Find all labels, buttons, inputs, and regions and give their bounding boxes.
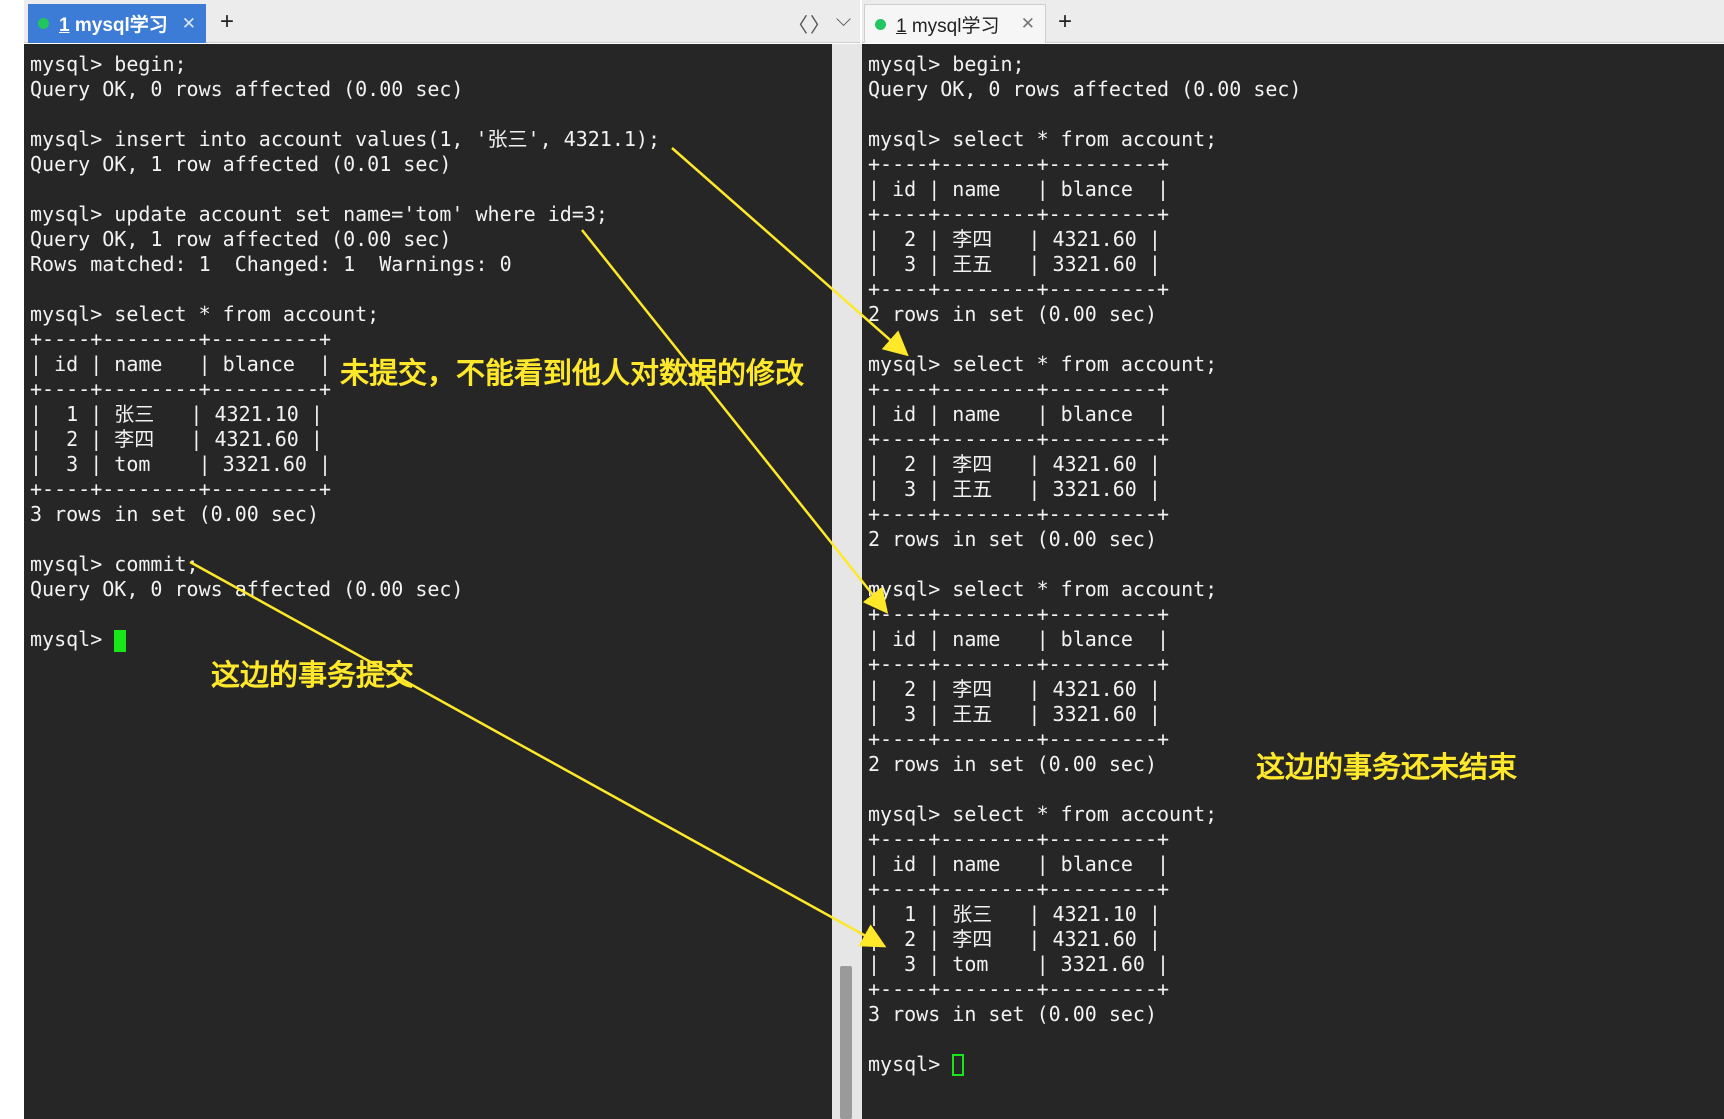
terminal-line: +----+--------+---------+ — [868, 427, 1170, 451]
terminal-line: Query OK, 0 rows affected (0.00 sec) — [30, 77, 464, 101]
right-session-tab[interactable]: 1 mysql学习 ✕ — [864, 4, 1046, 43]
next-tab-icon[interactable]: 〉 — [810, 9, 830, 38]
annotation-uncommitted-invisible: 未提交，不能看到他人对数据的修改 — [340, 356, 805, 390]
previous-tab-icon[interactable]: 〈 — [788, 9, 808, 38]
terminal-line: mysql> begin; — [30, 52, 187, 76]
annotation-left-committed: 这边的事务提交 — [211, 658, 415, 692]
new-tab-button[interactable]: + — [1058, 8, 1072, 36]
left-session-tab[interactable]: 1 mysql学习 ✕ — [28, 4, 206, 43]
terminal-line: +----+--------+---------+ — [868, 502, 1170, 526]
terminal-line: +----+--------+---------+ — [868, 152, 1170, 176]
terminal-line: 2 rows in set (0.00 sec) — [868, 527, 1157, 551]
terminal-line: +----+--------+---------+ — [868, 277, 1170, 301]
terminal-line: Rows matched: 1 Changed: 1 Warnings: 0 — [30, 252, 512, 276]
terminal-line: | id | name | blance | — [868, 852, 1170, 876]
terminal-line: | 1 | 张三 | 4321.10 | — [868, 902, 1161, 926]
terminal-line: 2 rows in set (0.00 sec) — [868, 302, 1157, 326]
right-tab-bar: 1 mysql学习 ✕ + — [862, 0, 1724, 43]
terminal-line: | 1 | 张三 | 4321.10 | — [30, 402, 323, 426]
terminal-line: Query OK, 1 row affected (0.01 sec) — [30, 152, 452, 176]
close-tab-icon[interactable]: ✕ — [182, 14, 196, 34]
connected-status-icon — [38, 18, 49, 29]
terminal-line: +----+--------+---------+ — [868, 977, 1170, 1001]
terminal-line: mysql> select * from account; — [30, 302, 380, 326]
terminal-line: +----+--------+---------+ — [868, 827, 1170, 851]
terminal-line: +----+--------+---------+ — [868, 877, 1170, 901]
terminal-line: +----+--------+---------+ — [868, 377, 1170, 401]
terminal-line: | 2 | 李四 | 4321.60 | — [868, 227, 1161, 251]
terminal-line: +----+--------+---------+ — [868, 727, 1170, 751]
terminal-line: | 3 | 王五 | 3321.60 | — [868, 477, 1161, 501]
terminal-line: | 3 | 王五 | 3321.60 | — [868, 702, 1161, 726]
terminal-line: 3 rows in set (0.00 sec) — [30, 502, 319, 526]
terminal-line: | 3 | tom | 3321.60 | — [30, 452, 332, 476]
connected-status-icon — [875, 18, 886, 30]
terminal-line: | 2 | 李四 | 4321.60 | — [30, 427, 323, 451]
terminal-line: mysql> begin; — [868, 52, 1025, 76]
terminal-line: mysql> select * from account; — [868, 802, 1218, 826]
tab-list-dropdown-icon[interactable]: ⌵ — [836, 9, 851, 32]
terminal-line: +----+--------+---------+ — [868, 652, 1170, 676]
terminal-line: mysql> select * from account; — [868, 577, 1218, 601]
terminal-line: mysql> — [868, 1052, 953, 1076]
terminal-line: 3 rows in set (0.00 sec) — [868, 1002, 1157, 1026]
terminal-line: +----+--------+---------+ — [30, 477, 332, 501]
right-terminal-pane[interactable]: mysql> begin; Query OK, 0 rows affected (… — [862, 44, 1724, 1119]
right-terminal-output: mysql> begin; Query OK, 0 rows affected (… — [868, 52, 1301, 1077]
terminal-line: mysql> select * from account; — [868, 352, 1218, 376]
terminal-line: | 3 | 王五 | 3321.60 | — [868, 252, 1161, 276]
terminal-line: mysql> update account set name='tom' whe… — [30, 202, 608, 226]
terminal-line: 2 rows in set (0.00 sec) — [868, 752, 1157, 776]
terminal-line: | 2 | 李四 | 4321.60 | — [868, 927, 1161, 951]
terminal-line: | id | name | blance | — [868, 627, 1170, 651]
terminal-line: mysql> commit; — [30, 552, 199, 576]
annotation-right-not-finished: 这边的事务还未结束 — [1256, 750, 1518, 784]
left-terminal-pane[interactable]: mysql> begin; Query OK, 0 rows affected (… — [24, 44, 832, 1119]
scrollbar-thumb[interactable] — [840, 966, 852, 1119]
new-tab-button[interactable]: + — [220, 8, 234, 36]
terminal-cursor — [114, 630, 126, 652]
terminal-line: Query OK, 0 rows affected (0.00 sec) — [30, 577, 464, 601]
terminal-line: | id | name | blance | — [868, 402, 1170, 426]
terminal-line: +----+--------+---------+ — [30, 327, 332, 351]
pane-splitter[interactable] — [832, 44, 862, 1119]
terminal-line: | 2 | 李四 | 4321.60 | — [868, 677, 1161, 701]
terminal-line: +----+--------+---------+ — [868, 602, 1170, 626]
left-tab-bar: 1 mysql学习 ✕ + 〈 〉 ⌵ — [24, 0, 860, 43]
terminal-line: mysql> select * from account; — [868, 127, 1218, 151]
right-tab-label: 1 mysql学习 — [896, 15, 1000, 37]
terminal-line: mysql> insert into account values(1, '张三… — [30, 127, 661, 151]
window-left-edge — [0, 0, 24, 1119]
terminal-cursor — [952, 1054, 964, 1076]
close-tab-icon[interactable]: ✕ — [1021, 14, 1035, 34]
terminal-line: Query OK, 1 row affected (0.00 sec) — [30, 227, 452, 251]
terminal-line: | id | name | blance | — [868, 177, 1170, 201]
terminal-line: Query OK, 0 rows affected (0.00 sec) — [868, 77, 1302, 101]
terminal-line: | 3 | tom | 3321.60 | — [868, 952, 1170, 976]
left-tab-label: 1 mysql学习 — [59, 15, 168, 36]
terminal-line: | 2 | 李四 | 4321.60 | — [868, 452, 1161, 476]
terminal-line: +----+--------+---------+ — [868, 202, 1170, 226]
